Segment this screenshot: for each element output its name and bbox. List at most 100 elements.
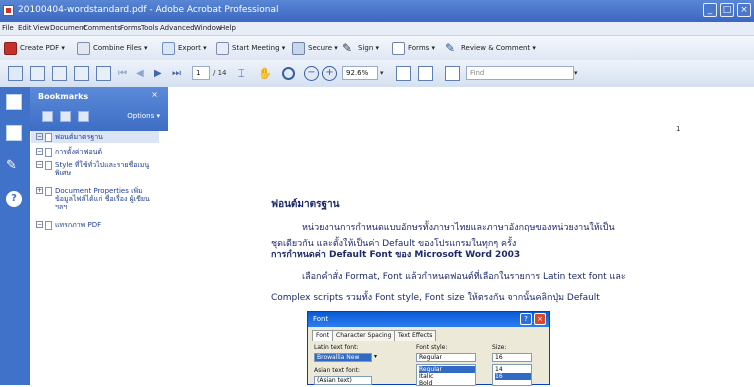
fit-page-icon[interactable] [418,66,433,81]
navigation-toolbar: ⏮ ◀ ▶ ⏭ 1 / 14 ⌶ ✋ − + 92.6% ▾ Find ▾ [0,60,754,88]
zoom-in-icon[interactable]: + [322,66,337,81]
zoom-out-icon[interactable]: − [304,66,319,81]
page-number-field[interactable]: 1 [192,66,210,80]
sign-button[interactable]: ✎ Sign ▾ [342,41,379,55]
find-icon[interactable] [96,66,111,81]
close-button[interactable]: × [737,3,751,17]
maximize-button[interactable]: □ [720,3,734,17]
style-option: Bold [419,380,433,387]
previous-page-icon[interactable]: ◀ [136,66,151,81]
delete-bookmark-icon[interactable] [42,111,53,122]
size-option: 14 [495,366,503,373]
title-bar: 20100404-wordstandard.pdf - Adobe Acroba… [0,0,754,22]
style-option: Italic [419,373,434,380]
paragraph-line: เลือกคำสั่ง Format, Font แล้วกำหนดฟอนต์ท… [302,272,626,282]
combine-files-button[interactable]: Combine Files ▾ [77,41,147,55]
zoom-level-field[interactable]: 92.6% [342,66,378,80]
asian-font-value: (Asian text) [314,376,372,385]
bookmark-label: Document Properties เพิ่มข้อมูลไฟล์ได้แก… [55,187,150,211]
secure-label: Secure [308,44,333,52]
size-list: 14 16 [492,364,532,386]
save-icon[interactable] [30,66,45,81]
start-meeting-icon [216,41,229,55]
select-tool-icon[interactable]: ⌶ [238,66,253,81]
bookmark-item[interactable]: − ฟอนต์มาตรฐาน [36,133,103,142]
export-label: Export [178,44,201,52]
bookmarks-header: Bookmarks × Options ▾ [30,87,168,131]
bookmark-item[interactable]: − Style ที่ใช้ทั่วไปและรายชื่อเมนูพิเศษ [36,161,155,177]
menu-window[interactable]: Window [194,24,222,32]
print-icon[interactable] [52,66,67,81]
page-number: 1 [676,125,681,133]
menu-help[interactable]: Help [220,24,236,32]
latin-font-label: Latin text font: [314,344,359,351]
pages-icon[interactable] [6,94,22,110]
find-field[interactable]: Find [466,66,574,80]
bookmarks-title: Bookmarks [38,92,89,101]
asian-font-label: Asian text font: [314,367,360,374]
menu-comments[interactable]: Comments [83,24,121,32]
first-page-icon[interactable]: ⏮ [118,66,133,81]
bookmark-label: Style ที่ใช้ทั่วไปและรายชื่อเมนูพิเศษ [55,161,150,177]
start-meeting-label: Start Meeting [232,44,280,52]
bookmark-label: ฟอนต์มาตรฐาน [55,133,103,141]
next-page-icon[interactable]: ▶ [154,66,169,81]
tab-text-effects: Text Effects [394,330,437,341]
forms-button[interactable]: Forms ▾ [392,41,435,55]
comment-icon: ✎ [445,40,456,55]
open-icon[interactable] [8,66,23,81]
review-comment-button[interactable]: ✎ Review & Comment ▾ [445,41,536,55]
menu-advanced[interactable]: Advanced [160,24,195,32]
find-dropdown-icon[interactable]: ▾ [574,66,589,81]
bookmark-item[interactable]: − แทรกภาพ PDF [36,221,101,230]
minimize-button[interactable]: _ [703,3,717,17]
reading-mode-icon[interactable] [445,66,460,81]
close-panel-icon[interactable]: × [151,90,158,99]
hand-tool-icon[interactable]: ✋ [258,66,273,81]
combine-files-label: Combine Files [93,44,142,52]
menu-document[interactable]: Document [50,24,86,32]
pen-icon: ✎ [342,40,353,55]
forms-icon [392,41,405,55]
dialog-close-icon: × [534,313,546,325]
bookmark-options-button[interactable]: Options ▾ [127,112,160,120]
review-comment-label: Review & Comment [461,44,531,52]
tab-character-spacing: Character Spacing [332,330,396,341]
section-heading: ฟอนต์มาตรฐาน [271,199,340,210]
task-toolbar: Create PDF ▾ Combine Files ▾ Export ▾ St… [0,36,754,61]
font-style-value: Regular [416,353,476,362]
zoom-dropdown-icon[interactable]: ▾ [380,66,395,81]
help-icon[interactable]: ? [6,191,22,207]
bookmark-item[interactable]: + Document Properties เพิ่มข้อมูลไฟล์ได้แ… [36,187,155,211]
font-dialog-titlebar: Font ? × [308,312,549,327]
secure-button[interactable]: Secure ▾ [292,41,338,55]
options-label: Options [127,112,155,120]
signatures-icon[interactable]: ✎ [6,158,22,174]
menu-view[interactable]: View [33,24,50,32]
font-style-label: Font style: [416,344,448,351]
font-dialog-title: Font [313,315,329,323]
menu-file[interactable]: File [2,24,14,32]
bookmark-label: แทรกภาพ PDF [55,221,102,229]
start-meeting-button[interactable]: Start Meeting ▾ [216,41,285,55]
bookmarks-icon[interactable] [6,125,22,141]
create-pdf-button[interactable]: Create PDF ▾ [4,41,65,55]
menu-edit[interactable]: Edit [18,24,32,32]
menu-tools[interactable]: Tools [141,24,158,32]
size-value: 16 [492,353,532,362]
dialog-help-icon: ? [520,313,532,325]
expand-bookmark-icon[interactable] [78,111,89,122]
actual-size-icon[interactable] [396,66,411,81]
combine-files-icon [77,41,90,55]
email-icon[interactable] [74,66,89,81]
latin-font-value: Browallia New [314,353,372,362]
new-bookmark-icon[interactable] [60,111,71,122]
bookmark-item[interactable]: − การตั้งค่าฟอนต์ [36,148,102,157]
create-pdf-icon [4,41,17,55]
page-total-label: / 14 [213,69,227,77]
export-button[interactable]: Export ▾ [162,41,207,55]
menu-forms[interactable]: Forms [120,24,141,32]
last-page-icon[interactable]: ⏭ [172,66,187,81]
bookmark-label: การตั้งค่าฟอนต์ [55,148,102,156]
zoom-tool-icon[interactable] [282,67,295,80]
